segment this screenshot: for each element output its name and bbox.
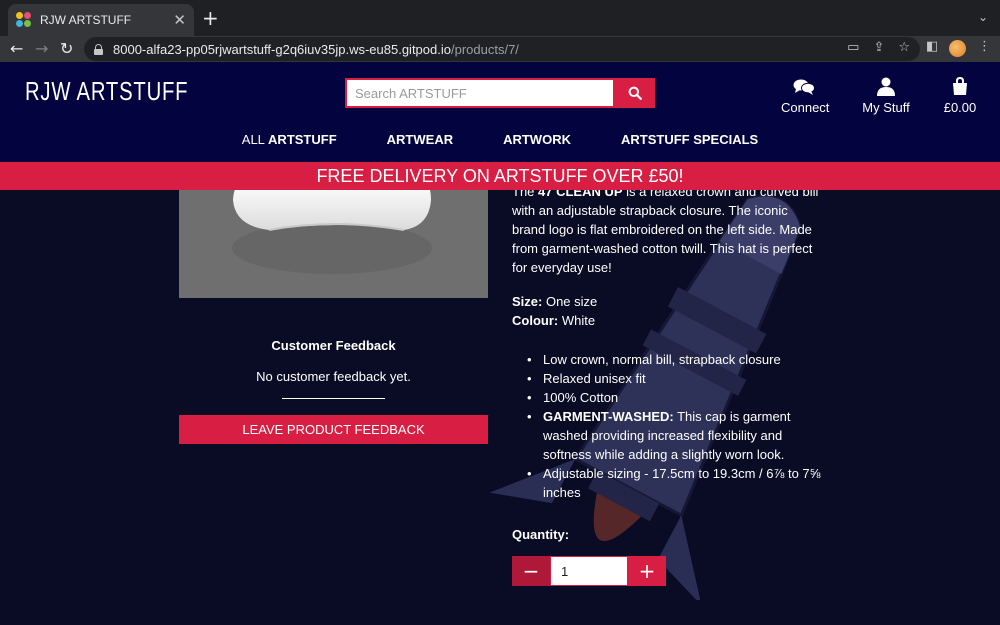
tab-title: RJW ARTSTUFF <box>40 13 132 27</box>
increase-quantity-button[interactable]: + <box>628 556 666 586</box>
feature-item: Low crown, normal bill, strapback closur… <box>527 350 827 369</box>
side-panel-icon[interactable]: ◧ <box>926 39 938 54</box>
feature-text: Adjustable sizing - 17.5cm to 19.3cm / 6… <box>543 466 821 500</box>
connect-label: Connect <box>781 100 830 115</box>
site-header: RJW ARTSTUFF Connect My S <box>0 62 1000 162</box>
product-detail: Customer Feedback No customer feedback y… <box>0 190 1000 625</box>
forward-arrow-icon[interactable]: → <box>35 39 48 59</box>
colour-spec: Colour: White <box>512 313 595 328</box>
no-feedback-text: No customer feedback yet. <box>256 369 411 384</box>
feature-item: Adjustable sizing - 17.5cm to 19.3cm / 6… <box>527 464 827 502</box>
address-bar[interactable]: 8000-alfa23-pp05rjwartstuff-g2q6iuv35jp.… <box>84 37 920 61</box>
user-icon <box>860 74 912 96</box>
nav-all-artstuff[interactable]: ALL ARTSTUFF <box>242 132 337 147</box>
size-spec: Size: One size <box>512 294 597 309</box>
feature-bold: GARMENT-WASHED: <box>543 409 674 424</box>
quantity-label: Quantity: <box>512 527 570 542</box>
feedback-divider <box>282 398 385 399</box>
minus-icon: − <box>522 559 540 583</box>
chat-bubbles-icon <box>781 74 827 96</box>
quantity-input[interactable] <box>550 556 628 586</box>
colour-value: White <box>558 313 596 328</box>
feature-item: 100% Cotton <box>527 388 827 407</box>
feature-text: 100% Cotton <box>543 390 619 405</box>
free-delivery-banner: FREE DELIVERY ON ARTSTUFF OVER £50! <box>0 162 1000 190</box>
nav-artwear-label: ARTWEAR <box>386 132 454 147</box>
plus-icon: + <box>638 559 656 583</box>
feature-item: GARMENT-WASHED: This cap is garment wash… <box>527 407 827 464</box>
customer-feedback-heading: Customer Feedback <box>271 338 396 353</box>
nav-specials-label: ARTSTUFF SPECIALS <box>620 132 759 147</box>
url-host: 8000-alfa23-pp05rjwartstuff-g2q6iuv35jp.… <box>113 41 451 57</box>
back-arrow-icon[interactable]: ← <box>10 39 23 59</box>
nav-all-prefix: ALL <box>241 132 269 147</box>
size-label: Size: <box>512 294 543 309</box>
my-stuff-link[interactable]: My Stuff <box>860 74 912 115</box>
shopping-bag-icon <box>942 74 978 96</box>
nav-all-bold: ARTSTUFF <box>268 132 337 147</box>
connect-link[interactable]: Connect <box>781 74 830 115</box>
bookmark-star-icon[interactable]: ☆ <box>898 40 910 55</box>
feature-text: Relaxed unisex fit <box>543 371 646 386</box>
site-logo[interactable]: RJW ARTSTUFF <box>25 76 188 107</box>
url-path: /products/7/ <box>450 41 519 57</box>
new-tab-icon[interactable]: + <box>202 8 219 28</box>
decrease-quantity-button[interactable]: − <box>512 556 550 586</box>
reader-mode-icon[interactable]: ▭ <box>847 40 859 55</box>
product-description: The 47 CLEAN UP is a relaxed crown and c… <box>512 190 822 277</box>
browser-tab[interactable]: RJW ARTSTUFF ✕ <box>8 4 194 36</box>
search-icon <box>628 86 642 100</box>
colour-label: Colour: <box>512 313 559 328</box>
leave-feedback-button[interactable]: LEAVE PRODUCT FEEDBACK <box>179 415 488 444</box>
nav-artstuff-specials[interactable]: ARTSTUFF SPECIALS <box>621 132 758 147</box>
product-image <box>179 190 488 298</box>
feature-list: Low crown, normal bill, strapback closur… <box>527 350 827 502</box>
browser-toolbar: ← → ↻ 8000-alfa23-pp05rjwartstuff-g2q6iu… <box>0 36 1000 62</box>
close-tab-icon[interactable]: ✕ <box>173 11 186 29</box>
main-nav: ALL ARTSTUFF ARTWEAR ARTWORK ARTSTUFF SP… <box>0 132 1000 147</box>
feature-item: Relaxed unisex fit <box>527 369 827 388</box>
lock-icon[interactable] <box>94 43 103 55</box>
browser-tab-strip: RJW ARTSTUFF ✕ + ⌄ <box>0 0 1000 36</box>
site-favicon-icon <box>16 12 32 28</box>
desc-prefix: The <box>512 190 539 199</box>
quantity-stepper: − + <box>512 556 666 586</box>
search-button[interactable] <box>615 78 655 108</box>
reload-icon[interactable]: ↻ <box>60 39 73 59</box>
desc-product-name: 47 CLEAN UP <box>538 190 623 199</box>
search-form <box>345 78 655 108</box>
nav-artwork[interactable]: ARTWORK <box>503 132 571 147</box>
feature-text: Low crown, normal bill, strapback closur… <box>543 352 781 367</box>
desc-body: is a relaxed crown and curved bill with … <box>512 190 819 275</box>
browser-menu-icon[interactable]: ⋮ <box>978 39 991 54</box>
my-stuff-label: My Stuff <box>862 100 910 115</box>
profile-avatar[interactable] <box>949 40 966 57</box>
basket-total: £0.00 <box>943 100 977 115</box>
share-icon[interactable]: ⇪ <box>873 40 884 55</box>
tab-search-chevron-icon[interactable]: ⌄ <box>978 10 988 24</box>
size-value: One size <box>542 294 598 309</box>
basket-link[interactable]: £0.00 <box>942 74 978 115</box>
nav-artwear[interactable]: ARTWEAR <box>387 132 453 147</box>
search-input[interactable] <box>345 78 615 108</box>
nav-artwork-label: ARTWORK <box>503 132 571 147</box>
